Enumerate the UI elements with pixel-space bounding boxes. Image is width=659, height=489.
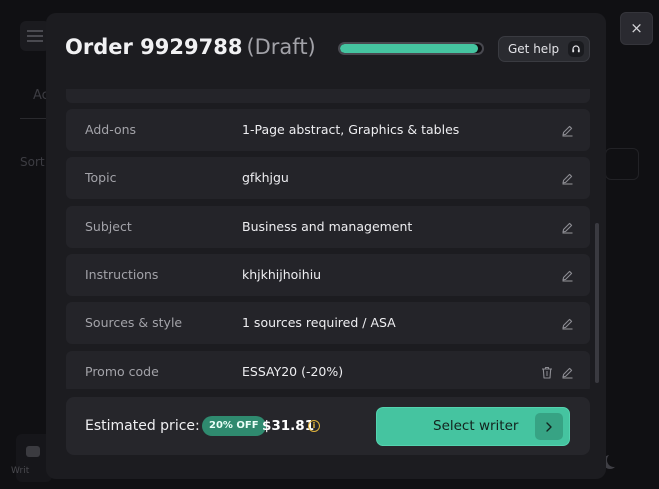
select-writer-button[interactable]: Select writer [376, 407, 570, 446]
detail-row-instructions: Instructions khjkhijhoihiu [66, 254, 590, 296]
order-title: Order 9929788 [65, 35, 243, 59]
close-icon: × [630, 19, 643, 37]
scrollbar[interactable] [595, 223, 599, 383]
chat-icon [26, 446, 40, 457]
close-button[interactable]: × [620, 12, 653, 45]
estimated-price-label: Estimated price: [85, 418, 200, 434]
detail-value: 1-Page abstract, Graphics & tables [242, 122, 460, 137]
detail-label: Subject [85, 219, 132, 234]
background-sidebar-label: Writ [11, 466, 30, 476]
detail-value: Business and management [242, 219, 413, 234]
get-help-button[interactable]: Get help [498, 36, 590, 62]
edit-icon[interactable] [561, 366, 574, 379]
detail-value: khjkhijhoihiu [242, 267, 322, 282]
edit-icon[interactable] [561, 317, 574, 330]
order-status: (Draft) [246, 35, 316, 59]
background-divider [20, 118, 46, 119]
price-footer: Estimated price: 20% OFF $31.81 i Select… [66, 397, 590, 455]
moon-icon [607, 453, 621, 467]
detail-value: gfkhjgu [242, 170, 289, 185]
discount-badge: 20% OFF [202, 416, 266, 436]
detail-value: 1 sources required / ASA [242, 315, 396, 330]
background-sort-label: Sort [20, 155, 45, 169]
detail-row-topic: Topic gfkhjgu [66, 157, 590, 199]
detail-row-sources: Sources & style 1 sources required / ASA [66, 302, 590, 344]
detail-label: Instructions [85, 267, 159, 282]
page-title: Order 9929788 (Draft) [65, 35, 316, 59]
background-field [605, 148, 639, 180]
progress-fill [340, 44, 478, 53]
trash-icon[interactable] [541, 366, 553, 379]
edit-icon[interactable] [561, 124, 574, 137]
detail-row-promo: Promo code ESSAY20 (-20%) [66, 351, 590, 389]
edit-icon[interactable] [561, 269, 574, 282]
order-details-list[interactable]: Add-ons 1-Page abstract, Graphics & tabl… [66, 89, 590, 389]
detail-label: Promo code [85, 364, 159, 379]
detail-row-partial [66, 89, 590, 103]
order-progress-bar [338, 42, 484, 55]
order-modal: Order 9929788 (Draft) Get help Add-ons 1-… [46, 13, 606, 479]
detail-value: ESSAY20 (-20%) [242, 364, 344, 379]
select-writer-label: Select writer [433, 418, 519, 434]
info-icon[interactable]: i [308, 420, 320, 432]
get-help-label: Get help [508, 42, 560, 56]
detail-row-subject: Subject Business and management [66, 206, 590, 248]
detail-label: Add-ons [85, 122, 137, 137]
detail-label: Topic [85, 170, 117, 185]
detail-row-addons: Add-ons 1-Page abstract, Graphics & tabl… [66, 109, 590, 151]
edit-icon[interactable] [561, 221, 574, 234]
headset-icon [568, 41, 584, 57]
edit-icon[interactable] [561, 172, 574, 185]
detail-label: Sources & style [85, 315, 183, 330]
estimated-price-value: $31.81 [262, 418, 315, 434]
chevron-right-icon [535, 413, 563, 440]
